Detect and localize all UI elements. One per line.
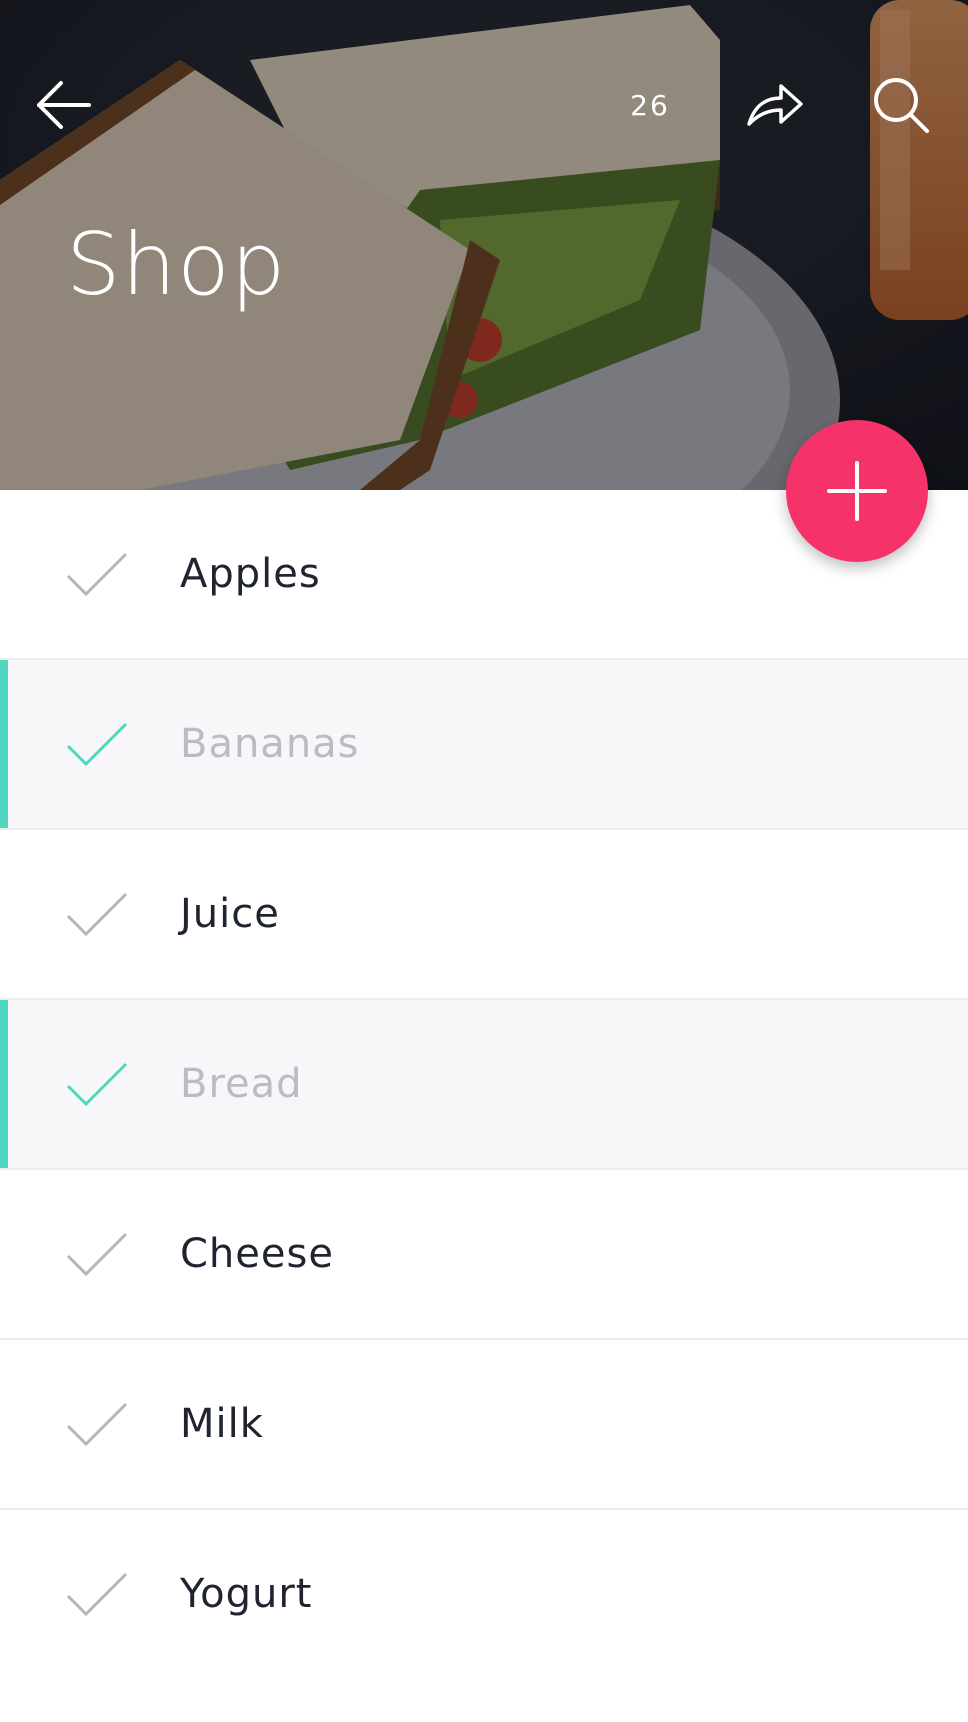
- checkmark-icon[interactable]: [66, 892, 128, 938]
- share-arrow-icon: [747, 84, 803, 126]
- item-count: 26: [630, 89, 670, 122]
- list-item[interactable]: Bananas: [0, 660, 968, 830]
- plus-icon: [827, 461, 887, 521]
- list-item[interactable]: Cheese: [0, 1170, 968, 1340]
- checkmark-icon[interactable]: [66, 1572, 128, 1618]
- list-item[interactable]: Yogurt: [0, 1510, 968, 1678]
- item-label: Bananas: [180, 721, 360, 767]
- checkmark-icon[interactable]: [66, 1062, 128, 1108]
- done-indicator: [0, 660, 8, 828]
- item-label: Milk: [180, 1401, 264, 1447]
- share-button[interactable]: [740, 70, 810, 140]
- header: 26 Shop: [0, 0, 968, 490]
- arrow-left-icon: [37, 81, 91, 129]
- item-label: Bread: [180, 1061, 303, 1107]
- checkmark-icon[interactable]: [66, 1232, 128, 1278]
- checkmark-icon[interactable]: [66, 722, 128, 768]
- search-button[interactable]: [866, 70, 936, 140]
- item-label: Cheese: [180, 1231, 334, 1277]
- shopping-list: Apples Bananas Juice Bread Cheese Milk Y…: [0, 490, 968, 1678]
- item-label: Apples: [180, 551, 321, 597]
- search-icon: [874, 78, 929, 133]
- page-title: Shop: [66, 215, 287, 315]
- item-label: Yogurt: [180, 1571, 313, 1617]
- list-item[interactable]: Bread: [0, 1000, 968, 1170]
- add-item-button[interactable]: [786, 420, 928, 562]
- checkmark-icon[interactable]: [66, 552, 128, 598]
- back-button[interactable]: [28, 70, 98, 140]
- item-label: Juice: [180, 891, 280, 937]
- checkmark-icon[interactable]: [66, 1402, 128, 1448]
- list-item[interactable]: Milk: [0, 1340, 968, 1510]
- list-item[interactable]: Juice: [0, 830, 968, 1000]
- done-indicator: [0, 1000, 8, 1168]
